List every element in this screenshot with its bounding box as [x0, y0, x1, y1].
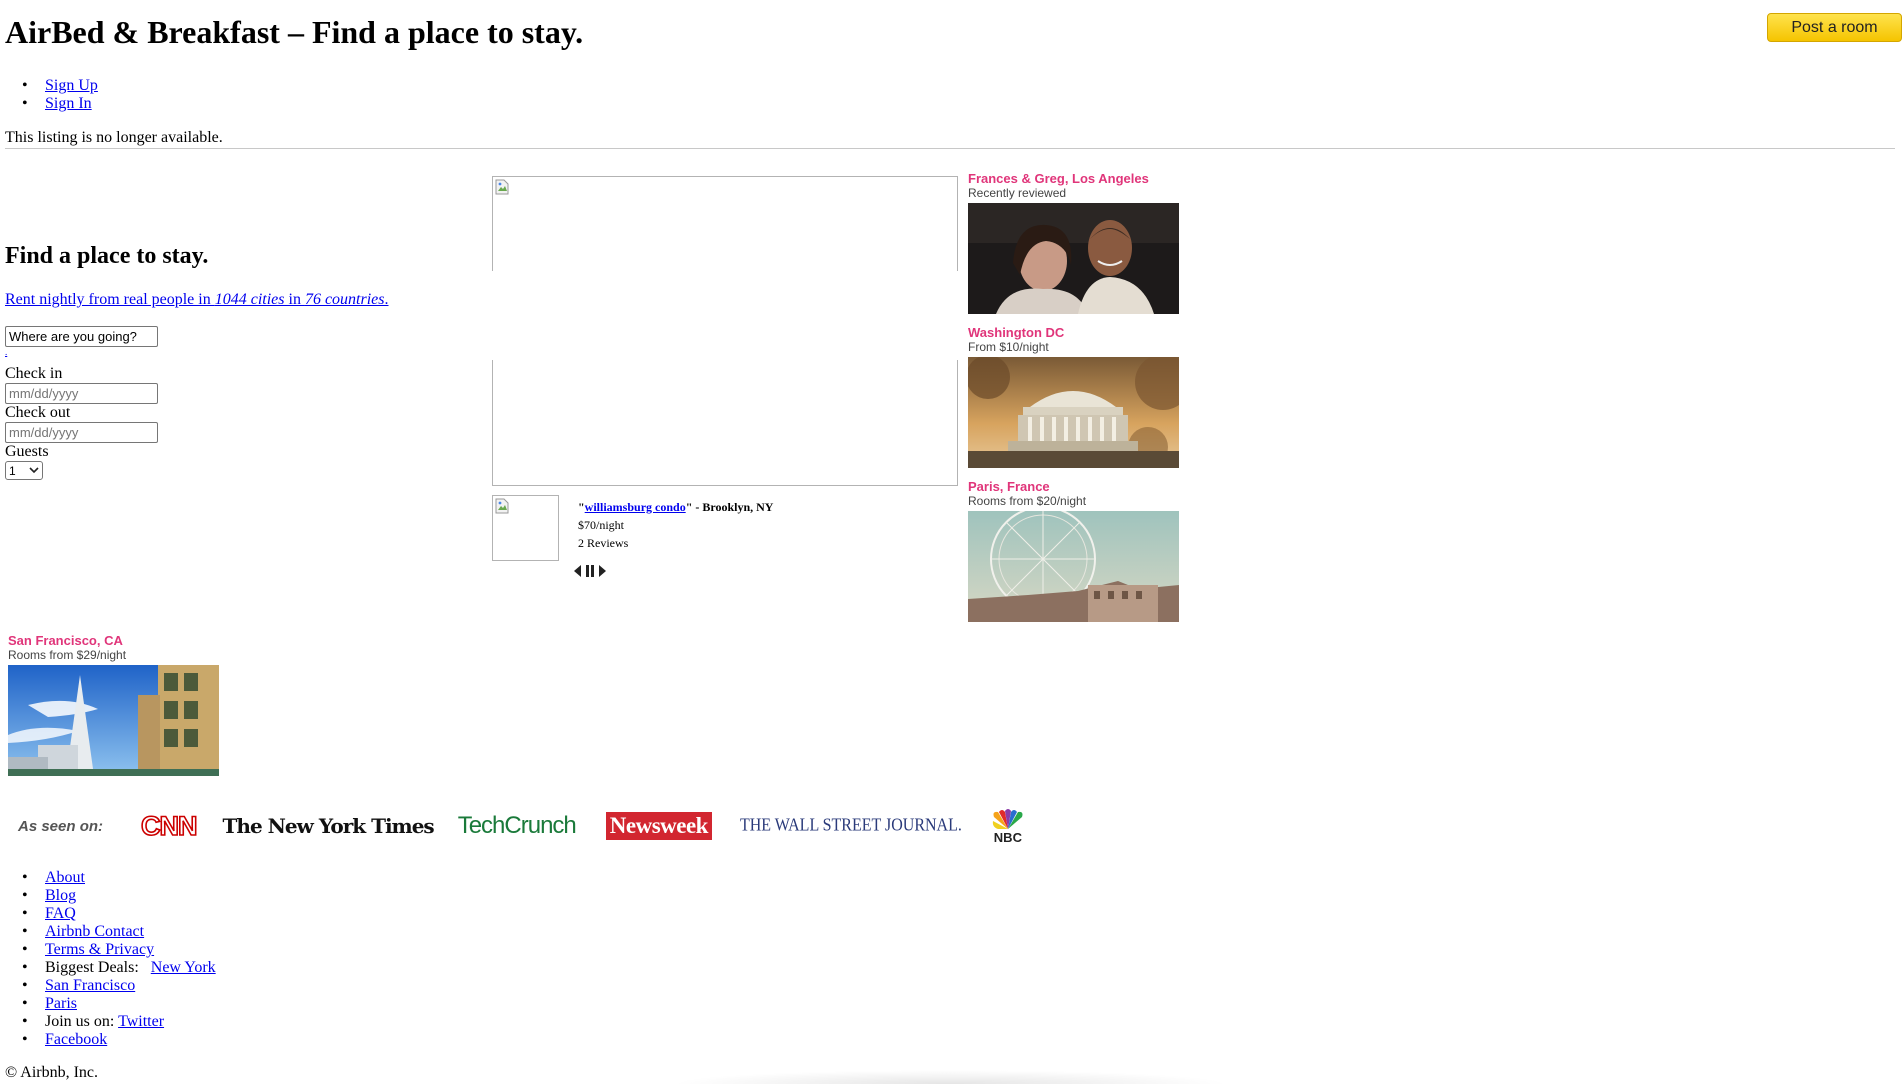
- card-san-francisco[interactable]: San Francisco, CA Rooms from $29/night: [8, 633, 223, 776]
- copyright: © Airbnb, Inc.: [5, 1064, 99, 1081]
- cities-count: 1044 cities: [214, 291, 285, 308]
- faq-link[interactable]: FAQ: [45, 905, 76, 922]
- deals-san-francisco-link[interactable]: San Francisco: [45, 977, 135, 994]
- guests-select[interactable]: 1: [5, 461, 43, 480]
- deals-new-york-link[interactable]: New York: [151, 959, 216, 976]
- nbc-logo: NBC: [990, 808, 1026, 845]
- couple-photo: [968, 203, 1179, 314]
- cnn-logo: CNN: [140, 810, 198, 842]
- about-link[interactable]: About: [45, 869, 85, 886]
- featured-listing-link[interactable]: williamsburg condo: [585, 500, 686, 514]
- card-subtitle: Recently reviewed: [968, 186, 1067, 200]
- nav-item-sign-up: Sign Up: [5, 77, 98, 95]
- twitter-link[interactable]: Twitter: [118, 1013, 164, 1030]
- chevron-down-icon: [29, 467, 39, 474]
- terms-privacy-link[interactable]: Terms & Privacy: [45, 941, 154, 958]
- slideshow-controls: [574, 565, 606, 577]
- footer-item: San Francisco: [5, 977, 216, 995]
- new-york-times-logo: The New York Times: [222, 814, 435, 838]
- wall-street-journal-logo: THE WALL STREET JOURNAL.: [739, 815, 962, 836]
- biggest-deals-label: Biggest Deals:: [45, 959, 139, 976]
- card-subtitle: Rooms from $20/night: [968, 494, 1087, 508]
- destination-input[interactable]: [5, 326, 158, 347]
- listing-location: " - Brooklyn, NY: [685, 500, 774, 514]
- divider: [5, 148, 1895, 149]
- card-title: Paris, France: [968, 479, 1050, 494]
- featured-listing-reviews: 2 Reviews: [578, 536, 629, 550]
- transamerica-photo: [8, 665, 219, 776]
- contact-link[interactable]: Airbnb Contact: [45, 923, 144, 940]
- featured-listing-title: "williamsburg condo" - Brooklyn, NY: [578, 500, 773, 515]
- footer-item: Terms & Privacy: [5, 941, 216, 959]
- card-title: Frances & Greg, Los Angeles: [968, 171, 1149, 186]
- search-heading: Find a place to stay.: [5, 243, 209, 269]
- sign-in-link[interactable]: Sign In: [45, 95, 92, 112]
- card-los-angeles[interactable]: Frances & Greg, Los Angeles Recently rev…: [968, 171, 1183, 314]
- search-submit-link[interactable]: .: [5, 347, 7, 357]
- jefferson-memorial-photo: [968, 357, 1179, 468]
- rent-prefix: Rent nightly from real people in: [5, 291, 215, 308]
- bottom-shadow: [670, 1070, 1230, 1084]
- guests-label: Guests: [5, 443, 49, 460]
- blog-link[interactable]: Blog: [45, 887, 76, 904]
- as-seen-on-label: As seen on:: [18, 817, 104, 835]
- sign-up-link[interactable]: Sign Up: [45, 77, 98, 94]
- card-subtitle: Rooms from $29/night: [8, 648, 127, 662]
- footer-item: Paris: [5, 995, 216, 1013]
- countries-count: 76 countries: [304, 291, 385, 308]
- footer-item: Blog: [5, 887, 216, 905]
- techcrunch-logo: TechCrunch: [457, 812, 577, 839]
- rent-middle: in: [284, 291, 305, 308]
- pause-icon[interactable]: [586, 565, 594, 577]
- card-subtitle: From $10/night: [968, 340, 1049, 354]
- previous-icon[interactable]: [574, 565, 581, 577]
- quote-open: ": [578, 500, 585, 514]
- footer-item: About: [5, 869, 216, 887]
- footer-item: Airbnb Contact: [5, 923, 216, 941]
- broken-image-icon: [495, 498, 509, 514]
- post-room-button[interactable]: Post a room: [1767, 13, 1902, 42]
- checkin-date-input[interactable]: [5, 383, 158, 404]
- facebook-link[interactable]: Facebook: [45, 1031, 107, 1048]
- top-nav: Sign Up Sign In: [5, 77, 98, 113]
- broken-image-icon: [495, 179, 509, 195]
- nbc-peacock-icon: [992, 808, 1023, 829]
- card-washington-dc[interactable]: Washington DC From $10/night: [968, 325, 1183, 468]
- footer-item: Biggest Deals: New York: [5, 959, 216, 977]
- footer-item: Join us on: Twitter: [5, 1013, 216, 1031]
- nav-item-sign-in: Sign In: [5, 95, 98, 113]
- press-logos: As seen on: CNN The New York Times TechC…: [18, 805, 1023, 847]
- footer-item: FAQ: [5, 905, 216, 923]
- footer-nav: About Blog FAQ Airbnb Contact Terms & Pr…: [5, 869, 216, 1049]
- card-paris[interactable]: Paris, France Rooms from $20/night: [968, 479, 1183, 622]
- checkin-label: Check in: [5, 365, 63, 382]
- ferris-wheel-photo: [968, 511, 1179, 622]
- featured-listing-thumbnail[interactable]: [492, 495, 559, 561]
- newsweek-logo: Newsweek: [605, 812, 712, 840]
- checkout-date-input[interactable]: [5, 422, 158, 443]
- join-us-label: Join us on:: [45, 1013, 115, 1030]
- next-icon[interactable]: [599, 565, 606, 577]
- footer-item: Facebook: [5, 1031, 216, 1049]
- page-title: AirBed & Breakfast – Find a place to sta…: [5, 14, 584, 50]
- card-title: San Francisco, CA: [8, 633, 123, 648]
- rent-nightly-link[interactable]: Rent nightly from real people in 1044 ci…: [5, 291, 389, 309]
- featured-photo-gap: [492, 271, 959, 360]
- nbc-label: NBC: [993, 829, 1022, 845]
- featured-listing-price: $70/night: [578, 518, 625, 532]
- card-title: Washington DC: [968, 325, 1065, 340]
- deals-paris-link[interactable]: Paris: [45, 995, 77, 1012]
- rent-suffix: .: [384, 291, 389, 308]
- checkout-label: Check out: [5, 404, 71, 421]
- listing-unavailable-notice: This listing is no longer available.: [5, 129, 223, 146]
- guests-selected-value: 1: [9, 463, 16, 478]
